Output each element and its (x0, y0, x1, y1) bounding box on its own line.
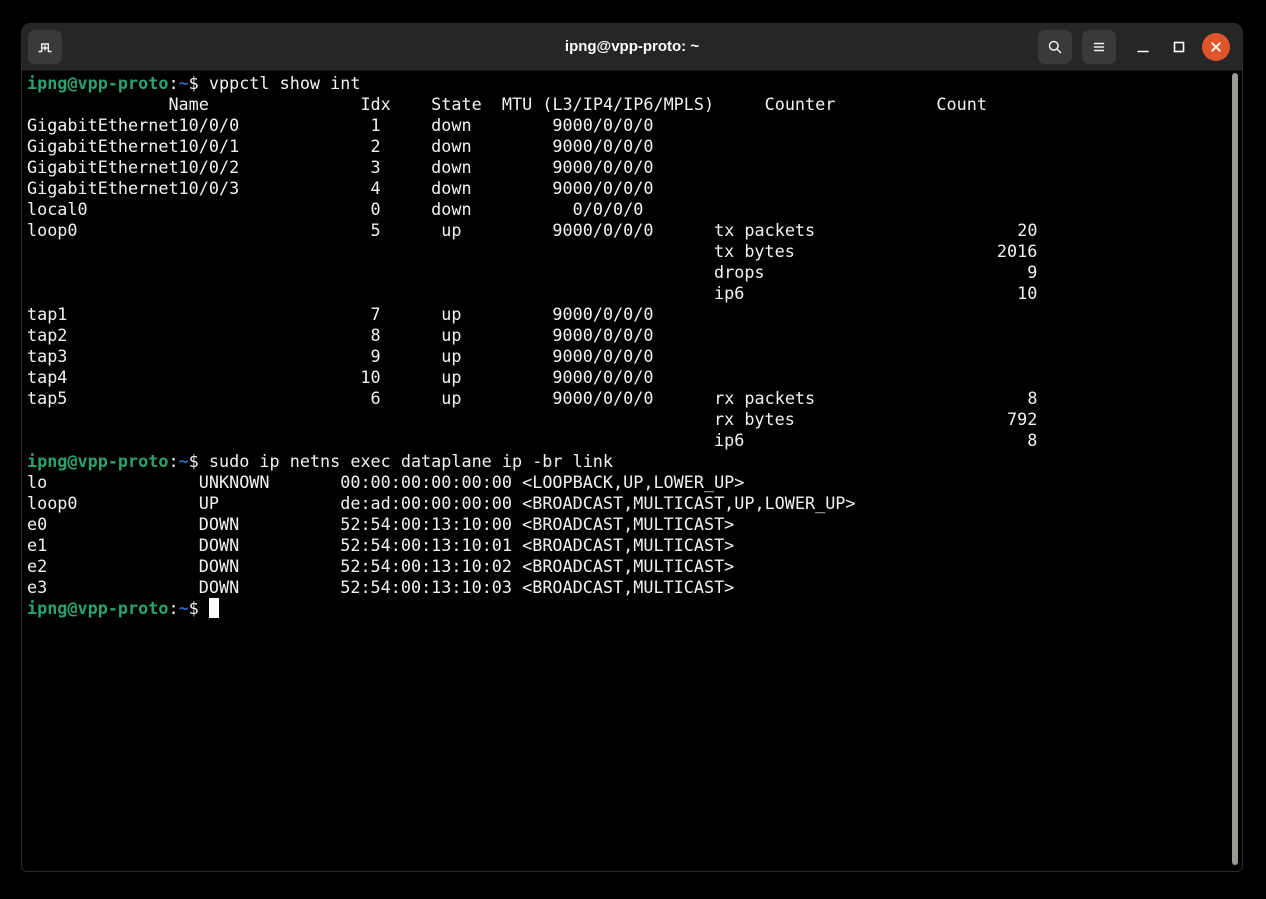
terminal-line: loop0 5 up 9000/0/0/0 tx packets 20 (27, 220, 1242, 241)
terminal-line: e1 DOWN 52:54:00:13:10:01 <BROADCAST,MUL… (27, 535, 1242, 556)
terminal-line: loop0 UP de:ad:00:00:00:00 <BROADCAST,MU… (27, 493, 1242, 514)
hamburger-menu-icon (1091, 39, 1107, 55)
terminal-line: tap3 9 up 9000/0/0/0 (27, 346, 1242, 367)
close-icon (1209, 40, 1223, 54)
search-icon (1047, 39, 1063, 55)
terminal-line: ipng@vpp-proto:~$ (27, 598, 1242, 619)
terminal-screen[interactable]: ipng@vpp-proto:~$ vppctl show int Name I… (22, 71, 1242, 871)
scrollbar-thumb[interactable] (1232, 73, 1238, 865)
terminal-line: rx bytes 792 (27, 409, 1242, 430)
headerbar: ipng@vpp-proto: ~ (22, 24, 1242, 71)
terminal-line: lo UNKNOWN 00:00:00:00:00:00 <LOOPBACK,U… (27, 472, 1242, 493)
terminal-line: ipng@vpp-proto:~$ sudo ip netns exec dat… (27, 451, 1242, 472)
terminal-line: tx bytes 2016 (27, 241, 1242, 262)
terminal-line: e0 DOWN 52:54:00:13:10:00 <BROADCAST,MUL… (27, 514, 1242, 535)
terminal-line: GigabitEthernet10/0/0 1 down 9000/0/0/0 (27, 115, 1242, 136)
minimize-icon (1135, 39, 1151, 55)
terminal-line: e3 DOWN 52:54:00:13:10:03 <BROADCAST,MUL… (27, 577, 1242, 598)
terminal-line: GigabitEthernet10/0/2 3 down 9000/0/0/0 (27, 157, 1242, 178)
terminal-line: tap2 8 up 9000/0/0/0 (27, 325, 1242, 346)
terminal-line: tap5 6 up 9000/0/0/0 rx packets 8 (27, 388, 1242, 409)
terminal-line: ip6 8 (27, 430, 1242, 451)
terminal-line: drops 9 (27, 262, 1242, 283)
search-button[interactable] (1038, 30, 1072, 64)
maximize-icon (1171, 39, 1187, 55)
terminal-line: ipng@vpp-proto:~$ vppctl show int (27, 73, 1242, 94)
terminal-line: local0 0 down 0/0/0/0 (27, 199, 1242, 220)
terminal-line: GigabitEthernet10/0/1 2 down 9000/0/0/0 (27, 136, 1242, 157)
terminal-line: GigabitEthernet10/0/3 4 down 9000/0/0/0 (27, 178, 1242, 199)
terminal-line: ip6 10 (27, 283, 1242, 304)
new-tab-button[interactable] (28, 30, 62, 64)
new-tab-icon (37, 39, 53, 55)
terminal-line: e2 DOWN 52:54:00:13:10:02 <BROADCAST,MUL… (27, 556, 1242, 577)
terminal-window: ipng@vpp-proto: ~ (21, 23, 1243, 872)
maximize-button[interactable] (1170, 24, 1188, 70)
terminal-line: tap4 10 up 9000/0/0/0 (27, 367, 1242, 388)
terminal-line: tap1 7 up 9000/0/0/0 (27, 304, 1242, 325)
terminal-output: ipng@vpp-proto:~$ vppctl show int Name I… (27, 73, 1242, 619)
close-button[interactable] (1202, 33, 1230, 61)
minimize-button[interactable] (1134, 24, 1152, 70)
terminal-line: Name Idx State MTU (L3/IP4/IP6/MPLS) Cou… (27, 94, 1242, 115)
menu-button[interactable] (1082, 30, 1116, 64)
text-cursor (209, 598, 219, 618)
